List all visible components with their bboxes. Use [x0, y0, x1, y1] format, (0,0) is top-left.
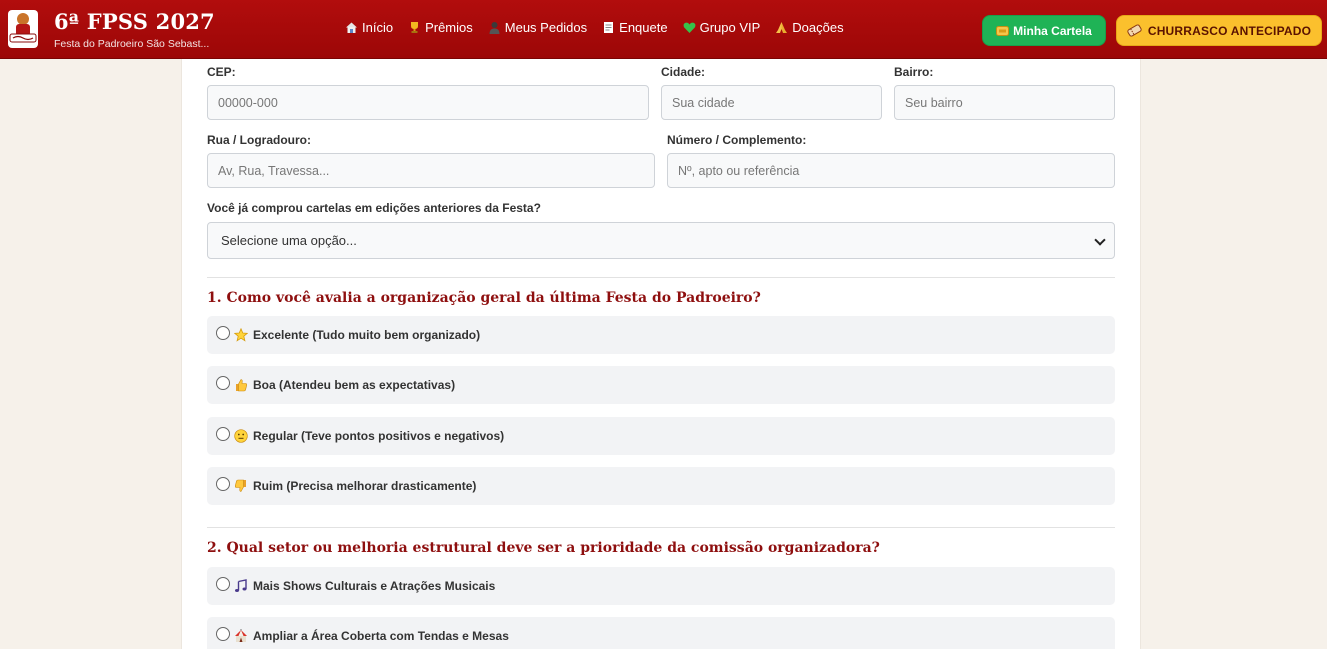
q2-radio-area-coberta[interactable]	[216, 627, 230, 641]
q1-radio-regular[interactable]	[216, 427, 230, 441]
person-icon	[489, 22, 500, 34]
nav-grupo-vip[interactable]: Grupo VIP	[683, 20, 761, 35]
q1-radio-excelente[interactable]	[216, 326, 230, 340]
churrasco-antecipado-button[interactable]: CHURRASCO ANTECIPADO	[1116, 15, 1322, 46]
numero-label: Número / Complemento:	[667, 133, 807, 147]
praying-hands-icon	[776, 22, 788, 33]
rua-input[interactable]	[207, 153, 655, 188]
site-title[interactable]: 6ª FPSS 2027	[54, 9, 215, 34]
thumbs-up-icon	[236, 379, 248, 392]
main-nav: Início Prêmios Meus Pedidos Enquete Grup…	[345, 20, 859, 35]
q2-option-area-coberta[interactable]: Ampliar a Área Coberta com Tendas e Mesa…	[207, 617, 1115, 649]
q1-option-ruim[interactable]: Ruim (Precisa melhorar drasticamente)	[207, 467, 1115, 505]
q2-option-area-coberta-label: Ampliar a Área Coberta com Tendas e Mesa…	[253, 629, 509, 643]
nav-meus-pedidos-label: Meus Pedidos	[504, 20, 588, 35]
survey-form-card	[181, 59, 1141, 649]
neutral-face-icon	[234, 429, 248, 443]
ticket-icon	[1127, 24, 1142, 37]
churrasco-antecipado-label: CHURRASCO ANTECIPADO	[1147, 23, 1312, 38]
q2-radio-shows[interactable]	[216, 577, 230, 591]
cep-input[interactable]	[207, 85, 649, 120]
star-icon	[234, 328, 248, 342]
q1-option-ruim-label: Ruim (Precisa melhorar drasticamente)	[253, 479, 477, 493]
section-divider	[207, 277, 1115, 278]
q1-option-regular[interactable]: Regular (Teve pontos positivos e negativ…	[207, 417, 1115, 455]
q2-option-shows[interactable]: Mais Shows Culturais e Atrações Musicais	[207, 567, 1115, 605]
document-icon	[604, 22, 614, 33]
cep-label: CEP:	[207, 65, 236, 79]
nav-enquete-label: Enquete	[619, 20, 668, 35]
top-header: 6ª FPSS 2027 Festa do Padroeiro São Seba…	[0, 0, 1327, 59]
minha-cartela-label: Minha Cartela	[1013, 23, 1092, 38]
thumbs-down-icon	[234, 479, 246, 492]
nav-premios[interactable]: Prêmios	[408, 20, 473, 35]
nav-doacoes-label: Doações	[792, 20, 844, 35]
q1-option-excelente[interactable]: Excelente (Tudo muito bem organizado)	[207, 316, 1115, 354]
q1-radio-boa[interactable]	[216, 376, 230, 390]
nav-inicio-label: Início	[362, 20, 394, 35]
nav-doacoes[interactable]: Doações	[775, 20, 844, 35]
cidade-label: Cidade:	[661, 65, 706, 79]
edicoes-anteriores-select[interactable]: Selecione uma opção...	[207, 222, 1115, 259]
nav-grupo-vip-label: Grupo VIP	[699, 20, 761, 35]
q1-option-boa[interactable]: Boa (Atendeu bem as expectativas)	[207, 366, 1115, 404]
cidade-input[interactable]	[661, 85, 882, 120]
question-2-title: 2. Qual setor ou melhoria estrutural dev…	[207, 540, 880, 556]
section-divider	[207, 527, 1115, 528]
q2-option-shows-label: Mais Shows Culturais e Atrações Musicais	[253, 579, 496, 593]
nav-premios-label: Prêmios	[425, 20, 473, 35]
heart-icon	[683, 22, 696, 33]
question-1-title: 1. Como você avalia a organização geral …	[207, 290, 761, 306]
edicoes-anteriores-selected: Selecione uma opção...	[221, 233, 357, 248]
circus-tent-icon	[235, 629, 247, 642]
site-subtitle: Festa do Padroeiro São Sebast...	[54, 38, 210, 50]
ticket-icon	[996, 25, 1010, 36]
trophy-icon	[411, 22, 419, 33]
chevron-down-icon	[1094, 234, 1106, 246]
numero-input[interactable]	[667, 153, 1115, 188]
bairro-input[interactable]	[894, 85, 1115, 120]
minha-cartela-button[interactable]: Minha Cartela	[982, 15, 1106, 46]
festival-logo-icon[interactable]	[5, 8, 41, 50]
q1-option-boa-label: Boa (Atendeu bem as expectativas)	[253, 378, 456, 392]
q1-option-regular-label: Regular (Teve pontos positivos e negativ…	[253, 429, 505, 443]
q1-option-excelente-label: Excelente (Tudo muito bem organizado)	[253, 328, 481, 342]
edicoes-anteriores-label: Você já comprou cartelas em edições ante…	[207, 201, 541, 215]
house-icon	[346, 22, 357, 33]
nav-inicio[interactable]: Início	[345, 20, 393, 35]
music-note-icon	[235, 579, 247, 592]
q1-radio-ruim[interactable]	[216, 477, 230, 491]
nav-enquete[interactable]: Enquete	[602, 20, 668, 35]
nav-meus-pedidos[interactable]: Meus Pedidos	[488, 20, 587, 35]
bairro-label: Bairro:	[894, 65, 934, 79]
rua-label: Rua / Logradouro:	[207, 133, 311, 147]
